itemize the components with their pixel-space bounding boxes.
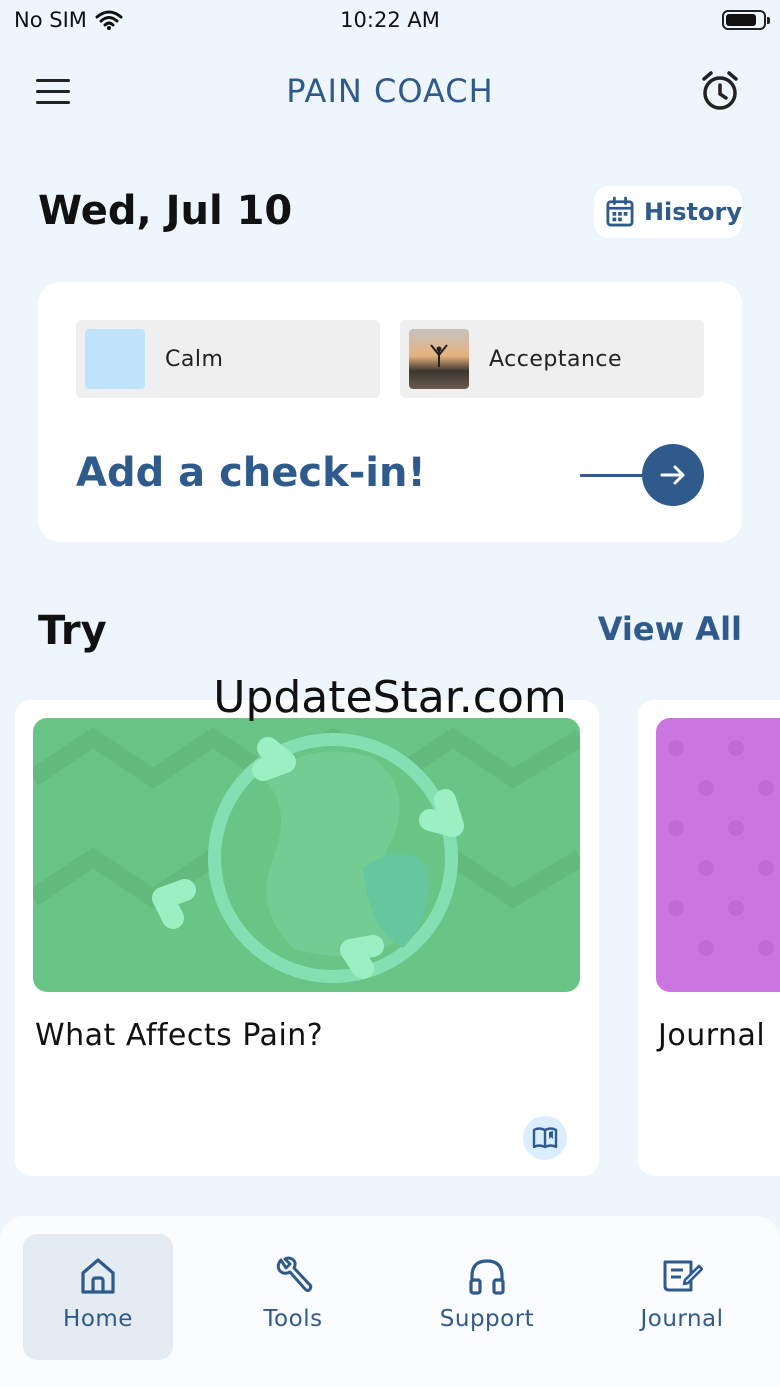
try-section-title: Try bbox=[38, 608, 107, 654]
tab-bar: Home Tools Support Journal bbox=[0, 1216, 780, 1387]
book-icon bbox=[532, 1127, 558, 1149]
activity-card[interactable]: What Affects Pain? bbox=[15, 700, 599, 1176]
tab-label: Tools bbox=[263, 1306, 323, 1332]
date-title: Wed, Jul 10 bbox=[38, 188, 293, 234]
activity-title: Journal bbox=[658, 1018, 766, 1053]
app-title: PAIN COACH bbox=[286, 72, 494, 110]
chip-label: Calm bbox=[165, 346, 224, 372]
activity-illustration bbox=[656, 718, 780, 992]
arrow-right-icon bbox=[660, 465, 685, 485]
activity-title: What Affects Pain? bbox=[35, 1018, 324, 1053]
acceptance-thumbnail bbox=[409, 329, 469, 389]
add-checkin-prompt[interactable]: Add a check-in! bbox=[76, 450, 426, 496]
history-button[interactable]: History bbox=[594, 186, 742, 238]
alarm-clock-icon[interactable] bbox=[700, 70, 740, 112]
tab-support[interactable]: Support bbox=[412, 1234, 562, 1360]
activity-card[interactable]: Journal bbox=[638, 700, 780, 1176]
tab-label: Home bbox=[63, 1306, 133, 1332]
history-label: History bbox=[643, 198, 742, 226]
checkin-card: Calm Acceptance Add a check-in! bbox=[38, 282, 742, 542]
tab-label: Support bbox=[439, 1306, 535, 1332]
calm-swatch bbox=[85, 329, 145, 389]
watermark-text: UpdateStar.com bbox=[213, 672, 567, 723]
wrench-icon bbox=[276, 1256, 313, 1292]
chip-label: Acceptance bbox=[489, 346, 623, 372]
home-icon bbox=[81, 1258, 115, 1294]
journal-icon bbox=[663, 1260, 704, 1292]
add-checkin-arrow-button[interactable] bbox=[642, 444, 704, 506]
activity-type-badge bbox=[523, 1116, 567, 1160]
headphones-icon bbox=[469, 1259, 505, 1295]
arrow-line bbox=[580, 474, 650, 477]
status-bar: No SIM 10:22 AM bbox=[0, 0, 780, 42]
battery-icon bbox=[722, 10, 770, 30]
tab-home[interactable]: Home bbox=[23, 1234, 173, 1360]
tab-label: Journal bbox=[640, 1306, 724, 1332]
mood-chip-acceptance[interactable]: Acceptance bbox=[400, 320, 704, 398]
tab-journal[interactable]: Journal bbox=[607, 1234, 757, 1360]
view-all-link[interactable]: View All bbox=[598, 610, 742, 648]
tab-tools[interactable]: Tools bbox=[218, 1234, 368, 1360]
activity-illustration bbox=[33, 718, 580, 992]
nav-bar: PAIN COACH bbox=[0, 62, 780, 122]
status-time: 10:22 AM bbox=[340, 8, 440, 32]
mood-chip-calm[interactable]: Calm bbox=[76, 320, 380, 398]
calendar-icon bbox=[606, 196, 634, 227]
